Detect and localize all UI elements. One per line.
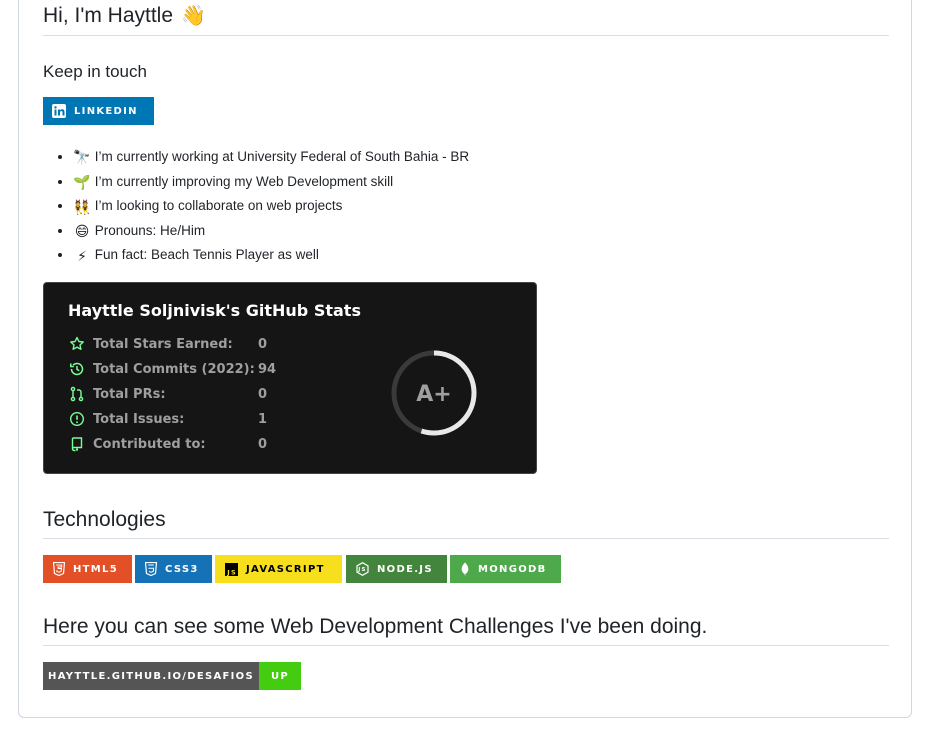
rank-grade: A+: [416, 382, 451, 407]
badge-label: HTML5: [73, 563, 118, 575]
list-item-text: Pronouns: He/Him: [94, 222, 206, 238]
list-item-text: I’m currently working at University Fede…: [94, 149, 470, 164]
challenges-divider: [43, 645, 889, 646]
stats-label: Total Stars Earned:: [93, 336, 233, 352]
challenges-badge-label: HAYTTLE.GITHUB.IO/DESAFIOS: [43, 662, 259, 690]
list-item-text: I’m currently improving my Web Developme…: [94, 173, 394, 189]
list-item: ⚡ Fun fact: Beach Tennis Player as well: [73, 243, 469, 268]
stats-row-contributed: Contributed to: 0: [68, 434, 267, 454]
stats-row-commits: Total Commits (2022): 94: [68, 359, 276, 379]
stats-value: 1: [258, 411, 268, 427]
page-title-text: Hi, I'm Hayttle: [43, 3, 174, 27]
page-title: Hi, I'm Hayttle 👋: [43, 3, 206, 28]
star-icon: [68, 335, 86, 353]
challenges-status-badge[interactable]: HAYTTLE.GITHUB.IO/DESAFIOS UP: [43, 662, 301, 690]
linkedin-icon: [52, 104, 66, 118]
nodejs-badge[interactable]: JS NODE.JS: [346, 555, 447, 583]
linkedin-badge-label: LINKEDIN: [74, 105, 138, 117]
stats-row-prs: Total PRs: 0: [68, 384, 267, 404]
seedling-icon: 🌱: [73, 174, 91, 191]
technologies-divider: [43, 538, 889, 539]
stats-label: Total Issues:: [93, 411, 185, 427]
mongodb-icon: [460, 562, 470, 576]
javascript-icon: JS: [225, 562, 238, 576]
stats-row-stars: Total Stars Earned: 0: [68, 334, 267, 354]
badge-label: JAVASCRIPT: [246, 563, 325, 575]
stats-value: 0: [258, 336, 268, 352]
repo-icon: [68, 435, 86, 453]
badge-label: MONGODB: [478, 563, 547, 575]
stats-value: 0: [258, 436, 268, 452]
list-item: 🔭 I’m currently working at University Fe…: [73, 145, 469, 170]
title-divider: [43, 35, 889, 36]
list-item-text: I’m looking to collaborate on web projec…: [94, 198, 343, 214]
issue-icon: [68, 410, 86, 428]
css3-icon: [145, 562, 157, 576]
waving-hand-icon: 👋: [181, 5, 206, 27]
html5-icon: [53, 562, 65, 576]
stats-title: Hayttle Soljnivisk's GitHub Stats: [68, 301, 361, 320]
lightning-icon: ⚡: [77, 247, 87, 264]
rank-circle: A+: [391, 350, 477, 436]
about-list: 🔭 I’m currently working at University Fe…: [43, 145, 469, 268]
telescope-icon: 🔭: [73, 149, 91, 166]
stats-value: 0: [258, 386, 268, 402]
challenges-badge-status: UP: [259, 662, 301, 690]
svg-text:JS: JS: [226, 568, 237, 576]
css3-badge[interactable]: CSS3: [135, 555, 212, 583]
smile-icon: 😄: [74, 223, 90, 240]
pull-request-icon: [68, 385, 86, 403]
stats-label: Total PRs:: [93, 386, 166, 402]
list-item: 👯 I’m looking to collaborate on web proj…: [73, 194, 469, 219]
nodejs-icon: JS: [356, 562, 369, 576]
linkedin-badge[interactable]: LINKEDIN: [43, 97, 154, 125]
list-item-text: Fun fact: Beach Tennis Player as well: [94, 247, 319, 263]
svg-text:JS: JS: [357, 567, 367, 573]
stats-row-issues: Total Issues: 1: [68, 409, 267, 429]
badge-label: NODE.JS: [377, 563, 433, 575]
stats-label: Contributed to:: [93, 436, 206, 452]
github-stats-card[interactable]: Hayttle Soljnivisk's GitHub Stats Total …: [43, 282, 537, 474]
stats-value: 94: [258, 361, 277, 377]
javascript-badge[interactable]: JS JAVASCRIPT: [215, 555, 342, 583]
technologies-heading: Technologies: [43, 508, 166, 531]
list-item: 🌱 I’m currently improving my Web Develop…: [73, 170, 469, 195]
badge-label: CSS3: [165, 563, 199, 575]
people-icon: 👯: [73, 198, 91, 215]
keep-in-touch-heading: Keep in touch: [43, 62, 147, 81]
html5-badge[interactable]: HTML5: [43, 555, 132, 583]
challenges-heading: Here you can see some Web Development Ch…: [43, 615, 708, 638]
history-icon: [68, 360, 86, 378]
mongodb-badge[interactable]: MONGODB: [450, 555, 561, 583]
stats-label: Total Commits (2022):: [93, 361, 255, 377]
list-item: 😄 Pronouns: He/Him: [73, 219, 469, 244]
